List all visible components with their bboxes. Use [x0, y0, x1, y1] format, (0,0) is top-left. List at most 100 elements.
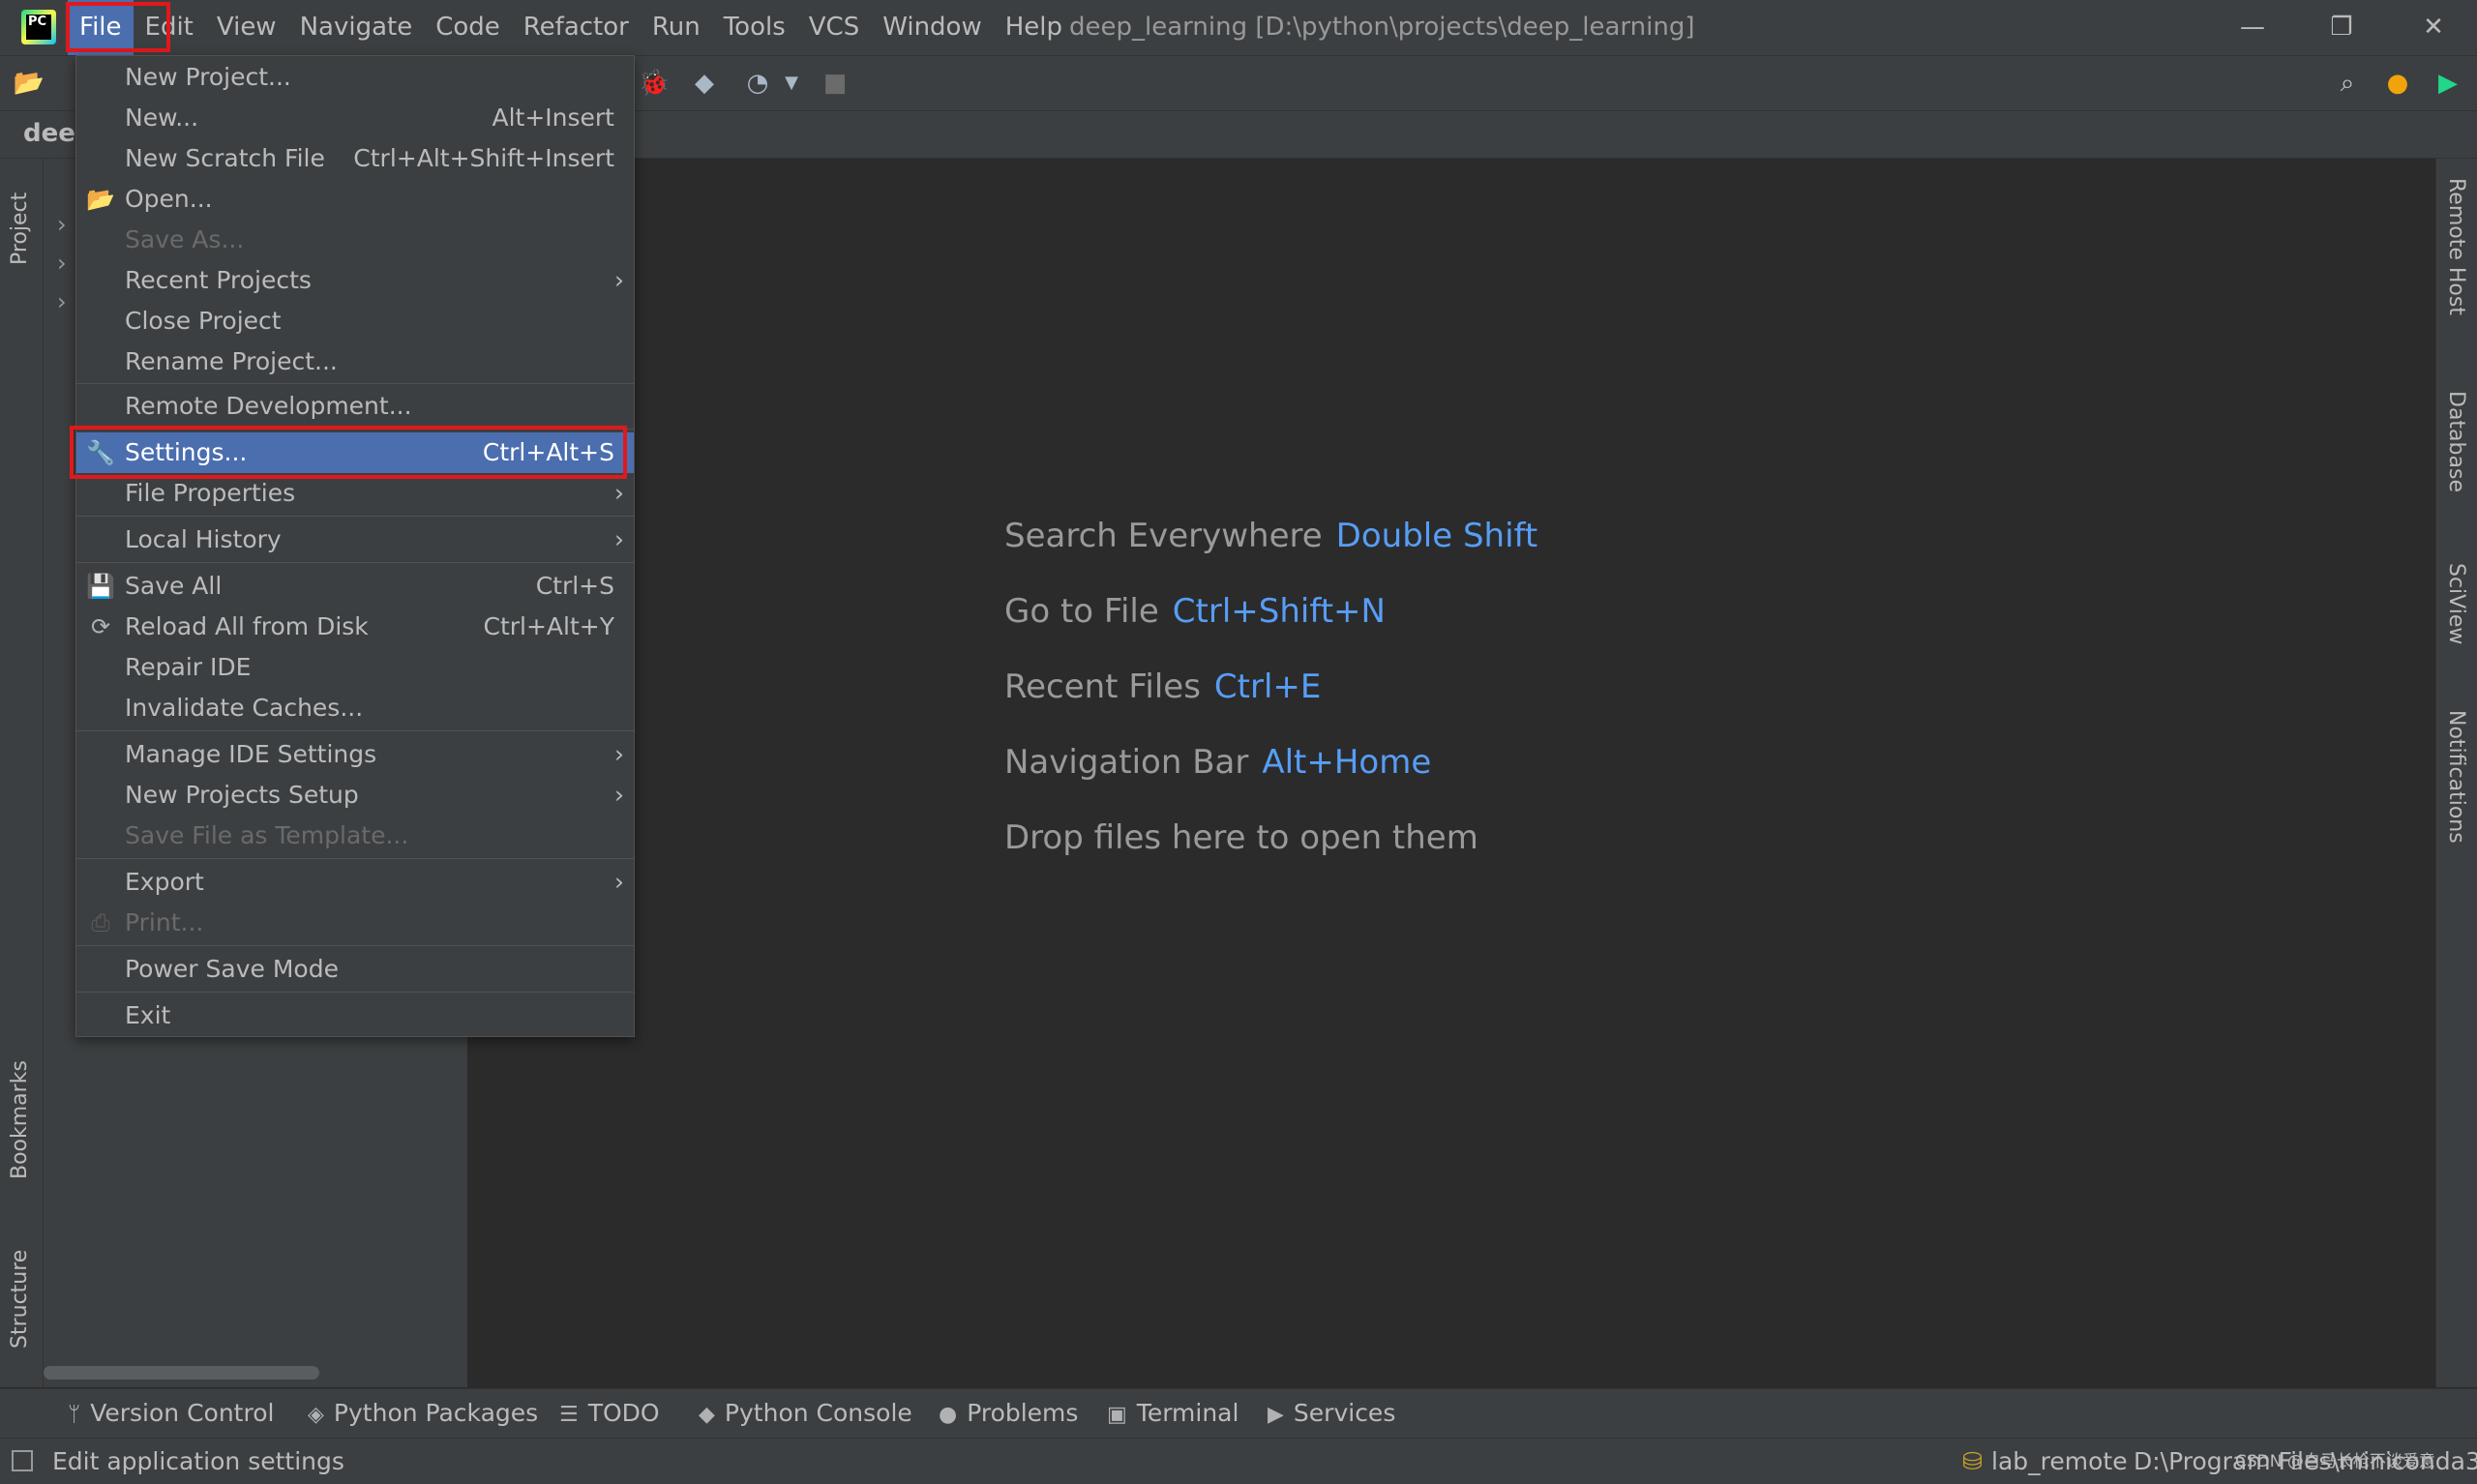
tool-label: Problems — [967, 1399, 1079, 1427]
maximize-button[interactable]: ❐ — [2303, 0, 2380, 55]
tab-project[interactable]: Project — [8, 178, 32, 265]
layout-icon[interactable] — [12, 1450, 33, 1471]
menu-item-new[interactable]: New... Alt+Insert — [76, 98, 634, 138]
window-title: deep_learning [D:\python\projects\deep_l… — [1069, 13, 1695, 42]
menu-item-label: Power Save Mode — [125, 955, 339, 983]
menu-item-close-project[interactable]: Close Project — [76, 301, 634, 341]
list-icon: ☰ — [559, 1403, 579, 1427]
hint-drop-files: Drop files here to open them — [1004, 818, 1478, 857]
menu-item-new-projects-setup[interactable]: New Projects Setup › — [76, 775, 634, 816]
tool-python-packages[interactable]: ◈ Python Packages — [308, 1389, 538, 1439]
menu-item-reload-all[interactable]: ⟳ Reload All from Disk Ctrl+Alt+Y — [76, 607, 634, 647]
tool-label: Services — [1293, 1399, 1396, 1427]
menu-refactor[interactable]: Refactor — [512, 0, 641, 55]
horizontal-scrollbar[interactable] — [44, 1366, 319, 1380]
tool-version-control[interactable]: ᛘ Version Control — [68, 1389, 274, 1439]
menu-item-recent-projects[interactable]: Recent Projects › — [76, 260, 634, 301]
menu-item-new-project[interactable]: New Project... — [76, 57, 634, 98]
chevron-right-icon[interactable]: › — [57, 288, 67, 315]
chevron-right-icon: › — [614, 868, 624, 896]
menu-navigate[interactable]: Navigate — [288, 0, 425, 55]
menu-help[interactable]: Help — [994, 0, 1074, 55]
menu-item-local-history[interactable]: Local History › — [76, 519, 634, 560]
left-tool-stripe: Project Bookmarks Structure — [0, 159, 44, 1387]
tool-window-bar: ᛘ Version Control ◈ Python Packages ☰ TODO … — [0, 1388, 2477, 1438]
tab-sciview[interactable]: SciView — [2444, 563, 2468, 644]
profile-icon[interactable]: ◔ — [740, 66, 775, 101]
menu-separator — [76, 516, 634, 517]
menu-item-file-properties[interactable]: File Properties › — [76, 473, 634, 514]
services-icon: ▶ — [1268, 1403, 1284, 1427]
menu-item-power-save-mode[interactable]: Power Save Mode — [76, 949, 634, 990]
close-button[interactable]: ✕ — [2395, 0, 2472, 55]
hint-recent-files: Recent Files Ctrl+E — [1004, 668, 1321, 706]
update-icon[interactable]: ● — [2380, 66, 2415, 101]
chevron-right-icon[interactable]: › — [57, 211, 67, 238]
editor-empty-state: Search Everywhere Double Shift Go to File… — [468, 159, 2436, 1387]
title-bar: PC File Edit View Navigate Code Refactor… — [0, 0, 2477, 56]
tool-problems[interactable]: ● Problems — [939, 1389, 1078, 1439]
menu-code[interactable]: Code — [424, 0, 512, 55]
refresh-icon: ⟳ — [90, 613, 111, 640]
tool-todo[interactable]: ☰ TODO — [559, 1389, 660, 1439]
tool-terminal[interactable]: ▣ Terminal — [1107, 1389, 1238, 1439]
menu-item-label: Export — [125, 868, 204, 896]
menu-item-settings[interactable]: 🔧 Settings... Ctrl+Alt+S — [76, 432, 634, 473]
minimize-button[interactable]: — — [2214, 0, 2291, 55]
menu-item-save-all[interactable]: 💾 Save All Ctrl+S — [76, 566, 634, 607]
file-menu-dropdown: New Project... New... Alt+Insert New Scra… — [75, 55, 635, 1037]
menu-item-label: Exit — [125, 1001, 171, 1029]
menu-item-repair-ide[interactable]: Repair IDE — [76, 647, 634, 688]
menu-vcs[interactable]: VCS — [797, 0, 871, 55]
search-icon[interactable]: ⌕ — [2330, 66, 2365, 101]
tab-structure[interactable]: Structure — [8, 1242, 32, 1349]
menu-separator — [76, 429, 634, 430]
stop-icon[interactable]: ■ — [818, 66, 852, 101]
chevron-down-icon[interactable]: ▼ — [774, 66, 809, 101]
menu-item-manage-ide-settings[interactable]: Manage IDE Settings › — [76, 734, 634, 775]
open-folder-icon[interactable]: 📂 — [12, 66, 46, 101]
menu-item-shortcut: Ctrl+S — [535, 572, 614, 600]
menu-item-invalidate-caches[interactable]: Invalidate Caches... — [76, 688, 634, 728]
hint-search-everywhere: Search Everywhere Double Shift — [1004, 517, 1537, 555]
menu-item-label: Settings... — [125, 438, 248, 466]
hint-key: Alt+Home — [1262, 743, 1432, 782]
code-with-me-icon[interactable]: ▶ — [2431, 66, 2465, 101]
menu-separator — [76, 992, 634, 993]
menu-item-remote-development[interactable]: Remote Development... — [76, 386, 634, 427]
menu-item-label: New Project... — [125, 63, 291, 91]
menu-item-export[interactable]: Export › — [76, 862, 634, 903]
tab-notifications[interactable]: Notifications — [2444, 710, 2468, 844]
chevron-right-icon[interactable]: › — [57, 250, 67, 277]
debug-icon[interactable]: 🐞 — [637, 66, 671, 101]
printer-icon: ⎙ — [91, 909, 110, 936]
menu-item-rename-project[interactable]: Rename Project... — [76, 341, 634, 382]
terminal-icon: ▣ — [1107, 1403, 1127, 1427]
chevron-right-icon: › — [614, 525, 624, 553]
menu-item-label: Remote Development... — [125, 392, 412, 420]
tool-services[interactable]: ▶ Services — [1268, 1389, 1395, 1439]
chevron-right-icon: › — [614, 781, 624, 809]
menu-item-new-scratch[interactable]: New Scratch File Ctrl+Alt+Shift+Insert — [76, 138, 634, 179]
hint-go-to-file: Go to File Ctrl+Shift+N — [1004, 592, 1386, 631]
menu-item-exit[interactable]: Exit — [76, 995, 634, 1036]
menu-tools[interactable]: Tools — [712, 0, 797, 55]
sftp-icon: ⛁ — [1962, 1447, 1983, 1475]
menu-view[interactable]: View — [205, 0, 288, 55]
menu-run[interactable]: Run — [641, 0, 712, 55]
menu-item-label: New Scratch File — [125, 144, 325, 172]
remote-host-status[interactable]: lab_remote — [1991, 1439, 2128, 1484]
tool-python-console[interactable]: ◆ Python Console — [699, 1389, 912, 1439]
tab-bookmarks[interactable]: Bookmarks — [8, 1054, 32, 1179]
main-menu: File Edit View Navigate Code Refactor Ru… — [68, 0, 1074, 55]
menu-file[interactable]: File — [68, 0, 134, 55]
menu-window[interactable]: Window — [871, 0, 994, 55]
info-icon: ● — [939, 1403, 958, 1427]
menu-separator — [76, 945, 634, 946]
run-coverage-icon[interactable]: ◆ — [687, 66, 722, 101]
menu-item-open[interactable]: 📂 Open... — [76, 179, 634, 220]
menu-edit[interactable]: Edit — [134, 0, 205, 55]
tab-database[interactable]: Database — [2444, 391, 2468, 492]
menu-item-label: Recent Projects — [125, 266, 312, 294]
tab-remote-host[interactable]: Remote Host — [2444, 178, 2468, 315]
